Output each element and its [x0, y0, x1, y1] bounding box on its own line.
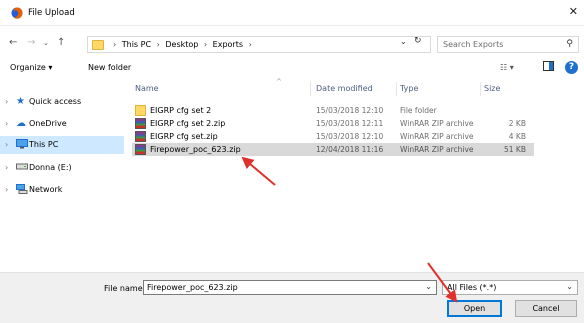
chevron-right-icon[interactable]: ›	[5, 119, 8, 128]
chevron-down-icon: ⌄	[566, 282, 573, 291]
file-row-selected[interactable]: Firepower_poc_623.zip 12/04/2018 11:16 W…	[132, 143, 534, 156]
file-row[interactable]: EIGRP cfg set 2 15/03/2018 12:10 File fo…	[132, 104, 534, 117]
file-name: Firepower_poc_623.zip	[150, 145, 241, 154]
file-size: 2 KB	[508, 119, 526, 128]
filename-label: File name:	[104, 284, 146, 293]
file-row[interactable]: EIGRP cfg set.zip 15/03/2018 12:10 WinRA…	[132, 130, 534, 143]
sort-ascending-icon: ^	[276, 78, 282, 86]
zip-icon	[135, 118, 146, 129]
file-row[interactable]: EIGRP cfg set 2.zip 15/03/2018 12:11 Win…	[132, 117, 534, 130]
cancel-button[interactable]: Cancel	[515, 300, 577, 317]
up-arrow-icon[interactable]: ↑	[57, 37, 65, 48]
help-icon[interactable]: ?	[565, 61, 578, 74]
column-header-date[interactable]: Date modified	[316, 84, 373, 93]
file-type: File folder	[400, 106, 437, 115]
search-input[interactable]: Search Exports ⚲	[437, 36, 579, 53]
recent-dropdown-icon[interactable]: ⌄	[43, 39, 49, 47]
folder-icon	[135, 105, 146, 116]
nav-item-label: This PC	[29, 140, 59, 149]
zip-icon	[135, 144, 146, 155]
address-bar[interactable]: › This PC › Desktop › Exports ›	[87, 36, 431, 53]
file-name: EIGRP cfg set 2	[150, 106, 212, 115]
nav-item-label: OneDrive	[29, 119, 67, 128]
nav-item-this-pc[interactable]: › This PC	[0, 136, 124, 154]
file-date: 12/04/2018 11:16	[316, 145, 384, 154]
chevron-down-icon[interactable]: ⌄	[425, 282, 432, 291]
view-options-icon[interactable]: ☷ ▾	[500, 63, 514, 72]
file-name: EIGRP cfg set.zip	[150, 132, 218, 141]
breadcrumb-separator: ›	[156, 40, 160, 49]
breadcrumb-separator: ›	[113, 40, 117, 49]
file-size: 51 KB	[504, 145, 526, 154]
file-name: EIGRP cfg set 2.zip	[150, 119, 226, 128]
column-header-name[interactable]: Name	[135, 84, 159, 93]
back-arrow-icon[interactable]: ←	[9, 37, 17, 48]
zip-icon	[135, 131, 146, 142]
star-icon: ★	[16, 96, 25, 107]
chevron-right-icon[interactable]: ›	[5, 97, 8, 106]
column-divider[interactable]	[480, 82, 481, 96]
window-title: File Upload	[28, 8, 75, 18]
column-header-type[interactable]: Type	[400, 84, 418, 93]
forward-arrow-icon[interactable]: →	[27, 37, 35, 48]
drive-icon	[16, 162, 28, 173]
nav-item-donna-drive[interactable]: › Donna (E:)	[0, 159, 124, 177]
breadcrumb-this-pc[interactable]: This PC	[122, 40, 151, 49]
organize-button[interactable]: Organize ▾	[10, 63, 52, 72]
dialog-footer: File name: Firepower_poc_623.zip ⌄ All F…	[0, 272, 584, 323]
chevron-right-icon[interactable]: ›	[5, 140, 8, 149]
breadcrumb-separator: ›	[248, 40, 252, 49]
open-button[interactable]: Open	[447, 300, 502, 317]
cloud-icon: ☁	[16, 118, 26, 129]
file-type: WinRAR ZIP archive	[400, 132, 474, 141]
column-header-size[interactable]: Size	[484, 84, 500, 93]
new-folder-button[interactable]: New folder	[88, 63, 131, 72]
network-icon	[16, 184, 28, 197]
computer-icon	[16, 139, 28, 152]
command-bar: Organize ▾ New folder ☷ ▾ ?	[0, 58, 584, 78]
file-type: WinRAR ZIP archive	[400, 119, 474, 128]
address-row: ← → ⌄ ↑ › This PC › Desktop › Exports › …	[0, 34, 584, 54]
file-date: 15/03/2018 12:10	[316, 106, 384, 115]
nav-item-label: Quick access	[29, 97, 82, 106]
chevron-right-icon[interactable]: ›	[5, 185, 8, 194]
file-type: WinRAR ZIP archive	[400, 145, 474, 154]
preview-pane-icon[interactable]	[543, 61, 554, 73]
filename-input[interactable]: Firepower_poc_623.zip ⌄	[143, 280, 437, 295]
breadcrumb: › This PC › Desktop › Exports ›	[110, 40, 255, 49]
navigation-pane: › ★ Quick access › ☁ OneDrive › This PC …	[0, 80, 126, 270]
close-button[interactable]: ✕	[569, 5, 578, 18]
nav-item-quick-access[interactable]: › ★ Quick access	[0, 93, 124, 111]
file-size: 4 KB	[508, 132, 526, 141]
nav-item-network[interactable]: › Network	[0, 181, 124, 199]
folder-icon	[92, 40, 104, 50]
firefox-icon	[11, 7, 23, 19]
filename-value: Firepower_poc_623.zip	[147, 283, 238, 292]
title-bar: File Upload ✕	[0, 0, 584, 26]
file-date: 15/03/2018 12:10	[316, 132, 384, 141]
nav-item-label: Donna (E:)	[29, 163, 72, 172]
nav-item-label: Network	[29, 185, 63, 194]
chevron-right-icon[interactable]: ›	[5, 163, 8, 172]
breadcrumb-separator: ›	[203, 40, 208, 49]
column-divider[interactable]	[310, 82, 311, 96]
breadcrumb-exports[interactable]: Exports	[213, 40, 243, 49]
filetype-value: All Files (*.*)	[447, 283, 497, 292]
nav-item-onedrive[interactable]: › ☁ OneDrive	[0, 115, 124, 133]
search-placeholder: Search Exports	[443, 40, 504, 49]
breadcrumb-desktop[interactable]: Desktop	[165, 40, 198, 49]
search-icon: ⚲	[566, 39, 573, 49]
column-divider[interactable]	[396, 82, 397, 96]
file-list: Name ^ Date modified Type Size EIGRP cfg…	[126, 78, 584, 270]
file-date: 15/03/2018 12:11	[316, 119, 384, 128]
filetype-select[interactable]: All Files (*.*) ⌄	[442, 280, 578, 295]
refresh-icon[interactable]: ↻	[414, 36, 422, 46]
address-dropdown-icon[interactable]: ⌄	[400, 37, 407, 46]
